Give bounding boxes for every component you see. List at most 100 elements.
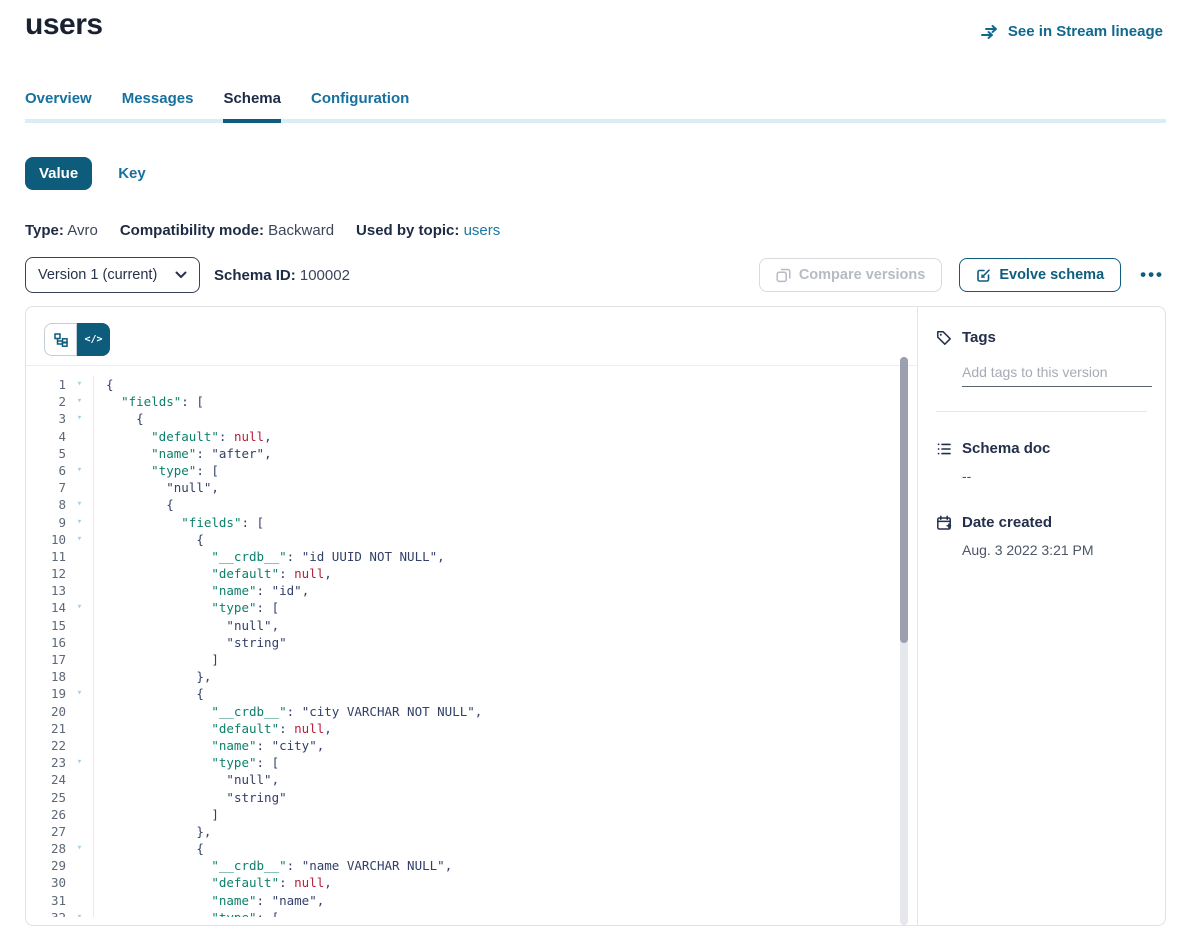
fold-spacer — [66, 617, 93, 634]
fold-spacer — [66, 720, 93, 737]
code-line: 12 "default": null, — [26, 565, 917, 582]
fold-toggle-icon[interactable]: ▾ — [66, 840, 93, 857]
code-text: "null", — [93, 479, 219, 496]
code-line: 21 "default": null, — [26, 720, 917, 737]
code-text: { — [93, 376, 114, 393]
code-line: 4 "default": null, — [26, 428, 917, 445]
code-text: "default": null, — [93, 428, 272, 445]
line-number: 1 — [26, 376, 66, 393]
fold-toggle-icon[interactable]: ▾ — [66, 410, 93, 427]
line-number: 21 — [26, 720, 66, 737]
code-text: ] — [93, 806, 219, 823]
scrollbar-thumb[interactable] — [900, 357, 908, 643]
code-line: 14▾ "type": [ — [26, 599, 917, 616]
topic-link[interactable]: users — [464, 222, 501, 239]
code-line: 6▾ "type": [ — [26, 462, 917, 479]
code-text: { — [93, 410, 144, 427]
code-text: "name": "city", — [93, 737, 324, 754]
line-number: 28 — [26, 840, 66, 857]
code-scrollbar[interactable] — [900, 357, 908, 925]
code-line: 3▾ { — [26, 410, 917, 427]
see-in-stream-lineage-link[interactable]: See in Stream lineage — [981, 23, 1163, 40]
chevron-down-icon — [175, 271, 187, 279]
fold-spacer — [66, 874, 93, 891]
edit-icon — [976, 268, 991, 283]
code-line: 22 "name": "city", — [26, 737, 917, 754]
type-label: Type: — [25, 222, 64, 239]
fold-toggle-icon[interactable]: ▾ — [66, 531, 93, 548]
line-number: 13 — [26, 582, 66, 599]
tree-view-icon — [53, 332, 69, 348]
version-select[interactable]: Version 1 (current) — [25, 257, 200, 293]
date-created-value: Aug. 3 2022 3:21 PM — [962, 542, 1147, 558]
code-text: "__crdb__": "name VARCHAR NULL", — [93, 857, 452, 874]
schema-sidebar: Tags Schema doc -- — [917, 307, 1165, 925]
tab-schema[interactable]: Schema — [223, 90, 281, 119]
fold-spacer — [66, 634, 93, 651]
fold-spacer — [66, 445, 93, 462]
tags-title: Tags — [962, 329, 996, 346]
used-by-topic-label: Used by topic: — [356, 222, 459, 239]
line-number: 7 — [26, 479, 66, 496]
line-number: 23 — [26, 754, 66, 771]
tab-configuration[interactable]: Configuration — [311, 90, 409, 119]
fold-toggle-icon[interactable]: ▾ — [66, 376, 93, 393]
add-tags-input[interactable] — [962, 364, 1152, 387]
code-text: "null", — [93, 617, 279, 634]
code-line: 11 "__crdb__": "id UUID NOT NULL", — [26, 548, 917, 565]
code-line: 24 "null", — [26, 771, 917, 788]
fold-spacer — [66, 737, 93, 754]
fold-toggle-icon[interactable]: ▾ — [66, 393, 93, 410]
tab-messages[interactable]: Messages — [122, 90, 194, 119]
fold-toggle-icon[interactable]: ▾ — [66, 754, 93, 771]
key-toggle-button[interactable]: Key — [118, 165, 146, 182]
fold-spacer — [66, 703, 93, 720]
code-line: 17 ] — [26, 651, 917, 668]
fold-toggle-icon[interactable]: ▾ — [66, 462, 93, 479]
version-select-value: Version 1 (current) — [38, 267, 157, 283]
code-line: 23▾ "type": [ — [26, 754, 917, 771]
code-view-button[interactable]: </> — [77, 323, 110, 356]
tab-overview[interactable]: Overview — [25, 90, 92, 119]
code-line: 18 }, — [26, 668, 917, 685]
line-number: 14 — [26, 599, 66, 616]
value-toggle-button[interactable]: Value — [25, 157, 92, 190]
line-number: 27 — [26, 823, 66, 840]
line-number: 26 — [26, 806, 66, 823]
fold-toggle-icon[interactable]: ▾ — [66, 514, 93, 531]
tree-view-button[interactable] — [44, 323, 77, 356]
code-text: "default": null, — [93, 720, 332, 737]
code-line: 10▾ { — [26, 531, 917, 548]
line-number: 25 — [26, 789, 66, 806]
schema-doc-icon — [936, 441, 952, 457]
code-text: "null", — [93, 771, 279, 788]
fold-toggle-icon[interactable]: ▾ — [66, 496, 93, 513]
code-text: { — [93, 531, 204, 548]
fold-spacer — [66, 668, 93, 685]
line-number: 18 — [26, 668, 66, 685]
code-text: }, — [93, 823, 211, 840]
code-text: "name": "after", — [93, 445, 272, 462]
fold-spacer — [66, 651, 93, 668]
fold-spacer — [66, 582, 93, 599]
code-text: "__crdb__": "city VARCHAR NOT NULL", — [93, 703, 482, 720]
schema-code-editor[interactable]: 1▾{2▾ "fields": [3▾ {4 "default": null,5… — [26, 365, 917, 917]
more-options-button[interactable]: ••• — [1138, 265, 1166, 285]
fold-toggle-icon[interactable]: ▾ — [66, 599, 93, 616]
code-line: 29 "__crdb__": "name VARCHAR NULL", — [26, 857, 917, 874]
code-text: "string" — [93, 634, 287, 651]
code-line: 1▾{ — [26, 376, 917, 393]
code-line: 25 "string" — [26, 789, 917, 806]
fold-toggle-icon[interactable]: ▾ — [66, 685, 93, 702]
tag-icon — [936, 330, 952, 346]
compare-versions-button[interactable]: Compare versions — [759, 258, 943, 292]
evolve-schema-button[interactable]: Evolve schema — [959, 258, 1121, 292]
line-number: 6 — [26, 462, 66, 479]
code-line: 9▾ "fields": [ — [26, 514, 917, 531]
code-text: }, — [93, 668, 211, 685]
code-line: 28▾ { — [26, 840, 917, 857]
code-lines: 1▾{2▾ "fields": [3▾ {4 "default": null,5… — [26, 376, 917, 917]
code-line: 27 }, — [26, 823, 917, 840]
compatibility-label: Compatibility mode: — [120, 222, 264, 239]
lineage-link-label: See in Stream lineage — [1008, 23, 1163, 40]
